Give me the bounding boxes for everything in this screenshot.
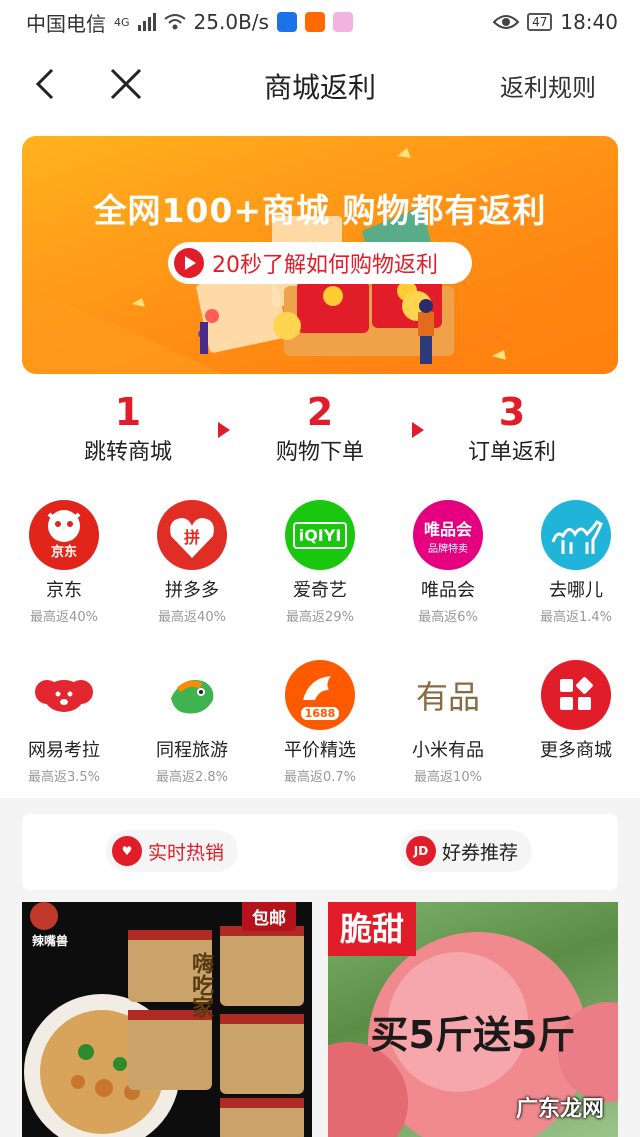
step-label: 购物下单 — [275, 440, 364, 465]
mall-more[interactable]: 更多商城 — [512, 660, 640, 762]
step-arrow-icon — [218, 422, 230, 438]
jd-logo-text: 京东 — [50, 545, 77, 560]
mall-name: 小米有品 — [412, 740, 484, 761]
mall-1688[interactable]: 1688 平价精选 最高返0.7% — [256, 660, 384, 785]
clock: 18:40 — [560, 10, 618, 34]
mall-kaola[interactable]: 网易考拉 最高返3.5% — [0, 660, 128, 785]
mall-name: 平价精选 — [284, 740, 356, 761]
mall-name: 拼多多 — [165, 580, 219, 601]
eye-icon — [493, 15, 520, 29]
mall-tongcheng[interactable]: 同程旅游 最高返2.8% — [128, 660, 256, 785]
carrier-label: 中国电信 — [26, 11, 106, 36]
alibaba-1688-icon: 1688 — [285, 660, 355, 730]
product-card-apples[interactable]: 脆甜 买5斤送5斤 广东龙网 — [328, 902, 618, 1137]
step-number: 2 — [306, 390, 334, 434]
mall-rebate: 最高返3.5% — [27, 770, 101, 785]
mall-qunar[interactable]: 去哪儿 最高返1.4% — [512, 500, 640, 625]
play-icon — [174, 248, 204, 278]
mall-vipshop[interactable]: 唯品会 品牌特卖 唯品会 最高返6% — [384, 500, 512, 625]
step-arrow-icon — [412, 422, 424, 438]
signal-icon — [137, 13, 156, 31]
banner-headline: 全网100+商城 购物都有返利 — [93, 191, 547, 230]
mall-name: 网易考拉 — [28, 740, 100, 761]
flower-app-icon — [332, 12, 353, 32]
jd-icon: JD — [406, 836, 436, 866]
kaola-icon — [29, 660, 99, 730]
mall-name: 去哪儿 — [549, 580, 603, 601]
iqiyi-icon: iQIYI — [285, 500, 355, 570]
tongcheng-fish-icon — [157, 660, 227, 730]
tab-label: 实时热销 — [148, 841, 225, 864]
video-intro-label: 20秒了解如何购物返利 — [212, 253, 438, 278]
pinduoduo-icon: 拼 — [157, 500, 227, 570]
mall-iqiyi[interactable]: iQIYI 爱奇艺 最高返29% — [256, 500, 384, 625]
shield-app-icon — [276, 12, 297, 32]
network-type: 4G — [114, 15, 130, 29]
status-bar: 中国电信 4G 25.0B/s 47 18:40 — [0, 0, 640, 44]
step-1: 1 跳转商城 — [48, 390, 208, 466]
mall-rebate: 最高返10% — [414, 770, 482, 785]
navigation-bar: 商城返利 返利规则 — [0, 44, 640, 124]
crisp-sweet-badge: 脆甜 — [328, 902, 417, 956]
step-label: 订单返利 — [467, 440, 556, 465]
mall-name: 唯品会 — [421, 580, 475, 601]
mall-rebate: 最高返40% — [158, 610, 226, 625]
vipshop-icon: 唯品会 品牌特卖 — [413, 500, 483, 570]
youpin-logo-text: 有品 — [415, 678, 480, 716]
more-malls-grid-icon — [541, 660, 611, 730]
vipshop-logo-text: 唯品会 — [423, 519, 472, 539]
product-name-label: 嗨吃家 — [188, 952, 213, 1018]
mall-rebate: 最高返29% — [286, 610, 354, 625]
rebate-rules-link[interactable]: 返利规则 — [500, 68, 596, 103]
mall-rebate: 最高返40% — [30, 610, 98, 625]
main-content: 全网100+商城 购物都有返利 20秒了解如何购物返利 1 跳转商城 2 购物下… — [0, 124, 640, 798]
step-label: 跳转商城 — [83, 440, 172, 465]
step-number: 3 — [498, 390, 526, 434]
qunar-camel-icon — [541, 500, 611, 570]
xiaomi-youpin-icon: 有品 — [413, 660, 483, 730]
step-3: 3 订单返利 — [432, 390, 592, 466]
battery-level: 47 — [527, 13, 553, 31]
free-shipping-badge: 包邮 — [242, 902, 296, 931]
iqiyi-logo-text: iQIYI — [292, 521, 348, 549]
mall-rebate: 最高返6% — [418, 610, 478, 625]
promo-text: 买5斤送5斤 — [370, 1013, 576, 1057]
notification-app-icon — [304, 12, 325, 32]
step-2: 2 购物下单 — [240, 390, 400, 466]
mall-xiaomi-youpin[interactable]: 有品 小米有品 最高返10% — [384, 660, 512, 785]
mall-name: 更多商城 — [540, 740, 612, 761]
promo-banner[interactable]: 全网100+商城 购物都有返利 20秒了解如何购物返利 — [22, 136, 618, 374]
pinduoduo-logo-text: 拼 — [183, 528, 200, 547]
mall-rebate: 最高返1.4% — [539, 610, 613, 625]
mall-name: 同程旅游 — [156, 740, 228, 761]
vipshop-logo-subtext: 品牌特卖 — [428, 543, 468, 555]
tab-hot-sales[interactable]: ♥ 实时热销 — [106, 830, 239, 872]
jd-dog-icon: 京东 — [29, 500, 99, 570]
mall-rebate: 最高返0.7% — [283, 770, 357, 785]
alibaba-1688-logo-text: 1688 — [300, 707, 340, 720]
brand-label: 辣嘴兽 — [32, 934, 69, 948]
mall-name: 京东 — [46, 580, 82, 601]
rebate-steps: 1 跳转商城 2 购物下单 3 订单返利 — [0, 390, 640, 470]
wifi-icon — [163, 14, 186, 30]
tab-coupon-recommend[interactable]: JD 好券推荐 — [400, 830, 533, 872]
mall-pinduoduo[interactable]: 拼 拼多多 最高返40% — [128, 500, 256, 625]
status-left: 中国电信 4G 25.0B/s — [26, 8, 353, 37]
watermark: 广东龙网 — [515, 1097, 604, 1122]
step-number: 1 — [114, 390, 142, 434]
feed-tabs: ♥ 实时热销 JD 好券推荐 — [22, 814, 618, 890]
mall-rebate: 最高返2.8% — [155, 770, 229, 785]
video-intro-button[interactable]: 20秒了解如何购物返利 — [168, 242, 472, 284]
mall-name: 爱奇艺 — [293, 580, 347, 601]
mall-jd[interactable]: 京东 京东 最高返40% — [0, 500, 128, 625]
heart-icon: ♥ — [112, 836, 142, 866]
product-card-noodles[interactable]: 辣嘴兽 嗨吃家 包邮 — [22, 902, 312, 1137]
tab-label: 好券推荐 — [442, 841, 519, 864]
status-right: 47 18:40 — [493, 10, 618, 34]
network-speed: 25.0B/s — [193, 10, 269, 34]
